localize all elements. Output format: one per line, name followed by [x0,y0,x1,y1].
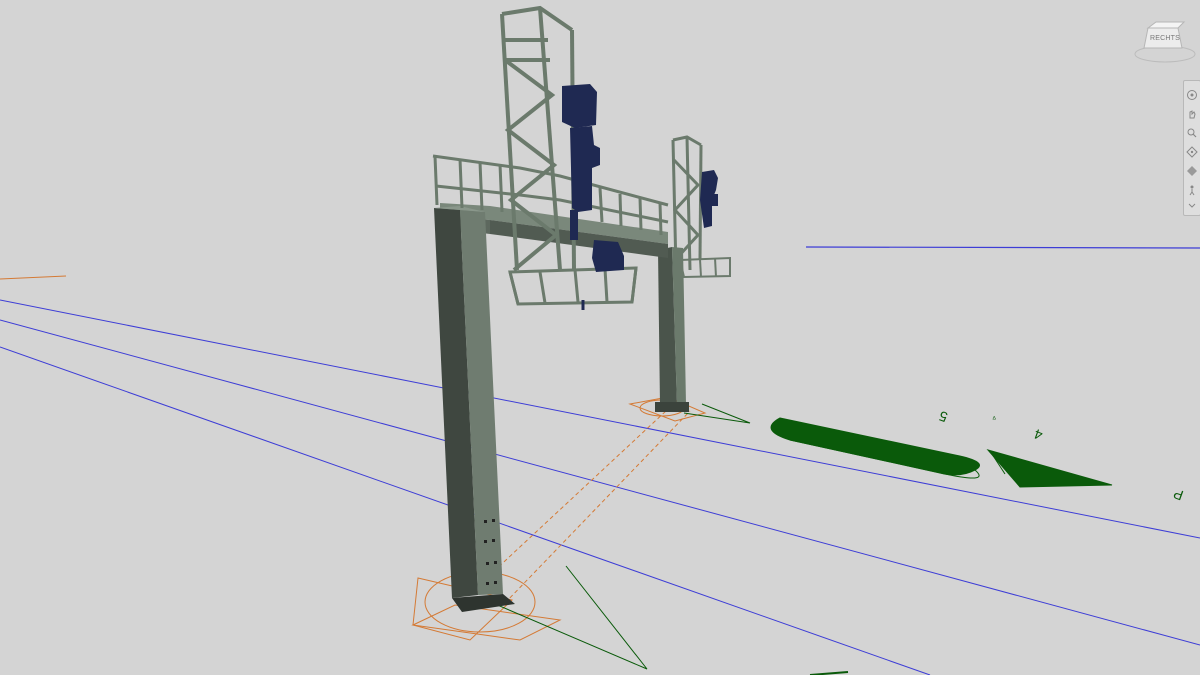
viewcube-icon [1134,21,1196,63]
svg-text:ᐞ: ᐞ [992,415,996,424]
full-navigation-wheel-icon[interactable] [1186,89,1198,101]
viewcube[interactable]: RECHTS [1130,18,1200,68]
walk-icon[interactable] [1186,184,1198,196]
track-label-p: P [1171,486,1185,504]
zoom-icon[interactable] [1186,127,1198,139]
track-label-4: 4 [1032,426,1045,444]
model-scene[interactable]: 5 ᐞ 4 P [0,0,1200,675]
viewcube-face-label: RECHTS [1150,35,1180,42]
pan-icon[interactable] [1186,108,1198,120]
orbit-icon[interactable] [1186,146,1198,158]
track-label-5: 5 [937,408,950,426]
customize-icon[interactable] [1186,202,1198,210]
3d-viewport[interactable]: 5 ᐞ 4 P RECHTS [0,0,1200,675]
direction-arrows [487,403,1113,675]
track-labels: 5 ᐞ 4 P [937,408,1186,504]
look-icon[interactable] [1186,165,1198,177]
platform-marker [770,417,980,476]
navigation-bar [1183,80,1200,216]
